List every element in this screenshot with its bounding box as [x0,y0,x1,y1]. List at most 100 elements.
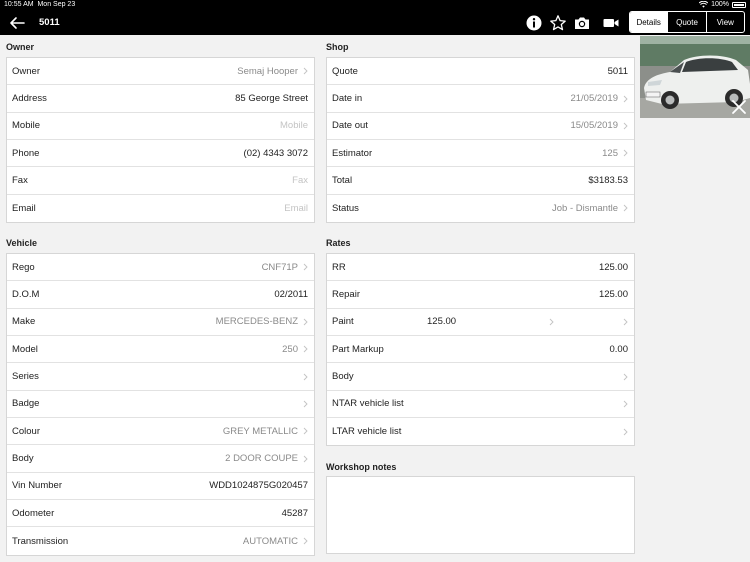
shop-row-date-out[interactable]: Date out 15/05/2019 [327,113,634,141]
field-value[interactable]: 02/2011 [274,289,308,300]
vehicle-row-rego[interactable]: Rego CNF71P [7,254,314,282]
field-label: Fax [12,175,28,187]
field-value[interactable]: (02) 4343 3072 [244,148,308,159]
chevron-right-icon [623,149,628,157]
field-value[interactable]: 125 [602,148,618,159]
video-icon[interactable] [602,14,620,32]
close-icon[interactable] [728,96,750,118]
chevron-right-icon [623,428,628,436]
shop-row-date-in[interactable]: Date in 21/05/2019 [327,85,634,113]
rates-row-body[interactable]: Body [327,363,634,391]
shop-row-quote[interactable]: Quote 5011 [327,58,634,86]
vehicle-row-series[interactable]: Series [7,363,314,391]
vehicle-row-d-o-m[interactable]: D.O.M 02/2011 [7,281,314,309]
status-bar: 10:55 AM Mon Sep 23 100% [0,0,750,11]
chevron-right-icon [303,345,308,353]
chevron-right-icon [623,318,628,326]
page-title: 5011 [39,17,60,28]
field-label: Mobile [12,120,40,132]
field-label: Part Markup [332,343,384,355]
field-value[interactable]: 21/05/2019 [570,93,618,104]
field-label: Quote [332,65,358,77]
owner-row-phone[interactable]: Phone (02) 4343 3072 [7,140,314,168]
field-value[interactable]: Mobile [280,120,308,131]
vehicle-row-model[interactable]: Model 250 [7,336,314,364]
camera-icon[interactable] [573,14,591,32]
owner-row-email[interactable]: Email Email [7,195,314,222]
field-value[interactable]: AUTOMATIC [243,536,298,547]
star-icon[interactable] [549,14,567,32]
field-label: LTAR vehicle list [332,426,402,438]
field-value[interactable]: GREY METALLIC [223,426,298,437]
field-label: Estimator [332,147,373,159]
vehicle-row-vin-number[interactable]: Vin Number WDD1024875G020457 [7,473,314,501]
chevron-right-icon [623,95,628,102]
owner-row-owner[interactable]: Owner Semaj Hooper [7,58,314,86]
field-value[interactable]: Semaj Hooper [237,66,298,77]
vehicle-row-colour[interactable]: Colour GREY METALLIC [7,418,314,446]
back-arrow-icon[interactable] [8,14,26,32]
field-label: Badge [12,398,40,410]
chevron-right-icon [623,373,628,380]
segment-view[interactable]: View [705,12,744,32]
field-label: Colour [12,425,40,437]
vehicle-section-title: Vehicle [6,238,38,248]
rates-row-ltar-vehicle-list[interactable]: LTAR vehicle list [327,418,634,445]
field-value[interactable]: 45287 [282,508,308,519]
rates-row-part-markup[interactable]: Part Markup 0.00 [327,336,634,364]
owner-row-address[interactable]: Address 85 George Street [7,85,314,113]
vehicle-photo[interactable] [640,36,750,118]
rates-row-paint[interactable]: Paint 125.00 [327,309,634,337]
field-label: Model [12,343,38,355]
field-value[interactable]: Job - Dismantle [552,203,618,214]
shop-section-title: Shop [326,42,349,52]
field-value[interactable]: 250 [282,344,298,355]
status-time: 10:55 AM Mon Sep 23 [4,1,76,8]
field-value[interactable]: Email [284,203,308,214]
field-value[interactable]: 15/05/2019 [570,120,618,131]
segment-details[interactable]: Details [630,12,668,32]
rates-card: RR 125.00 Repair 125.00 Paint 125.00 Part Mark… [326,253,635,447]
rates-row-rr[interactable]: RR 125.00 [327,254,634,282]
field-value[interactable]: 125.00 [599,289,628,300]
field-value[interactable]: $3183.53 [588,175,628,186]
field-mid-value[interactable]: 125.00 [427,316,456,327]
field-label: Date out [332,120,368,132]
vehicle-row-odometer[interactable]: Odometer 45287 [7,500,314,528]
shop-row-status[interactable]: Status Job - Dismantle [327,195,634,222]
field-value[interactable]: 2 DOOR COUPE [225,453,298,464]
field-label: Phone [12,147,40,159]
segment-quote[interactable]: Quote [667,12,705,32]
vehicle-row-transmission[interactable]: Transmission AUTOMATIC [7,527,314,554]
shop-row-estimator[interactable]: Estimator 125 [327,140,634,168]
field-label: Vin Number [12,480,62,492]
owner-row-mobile[interactable]: Mobile Mobile [7,113,314,141]
field-value[interactable]: CNF71P [262,262,298,273]
field-value[interactable]: 85 George Street [235,93,308,104]
shop-row-total[interactable]: Total $3183.53 [327,167,634,195]
field-label: RR [332,261,346,273]
field-value[interactable]: MERCEDES-BENZ [216,316,298,327]
field-value[interactable]: Fax [292,175,308,186]
field-label: Odometer [12,507,55,519]
info-icon[interactable] [525,14,543,32]
field-value[interactable]: 0.00 [610,344,629,355]
battery-percent: 100% [711,1,729,8]
vehicle-row-make[interactable]: Make MERCEDES-BENZ [7,309,314,337]
rates-row-repair[interactable]: Repair 125.00 [327,281,634,309]
status-right: 100% [699,1,746,8]
field-value[interactable]: 125.00 [599,262,628,273]
field-label: Total [332,175,353,187]
field-value[interactable]: WDD1024875G020457 [209,480,308,491]
workshop-notes-field[interactable] [326,476,635,554]
vehicle-card: Rego CNF71P D.O.M 02/2011 Make MERCEDES-BENZ M… [6,253,315,556]
vehicle-row-body[interactable]: Body 2 DOOR COUPE [7,445,314,473]
field-label: Owner [12,65,40,77]
field-value[interactable]: 5011 [608,66,628,77]
vehicle-row-badge[interactable]: Badge [7,391,314,419]
field-label: Address [12,93,47,105]
rates-row-ntar-vehicle-list[interactable]: NTAR vehicle list [327,391,634,419]
field-label: Transmission [12,535,69,547]
rates-section-title: Rates [326,238,351,248]
owner-row-fax[interactable]: Fax Fax [7,167,314,195]
